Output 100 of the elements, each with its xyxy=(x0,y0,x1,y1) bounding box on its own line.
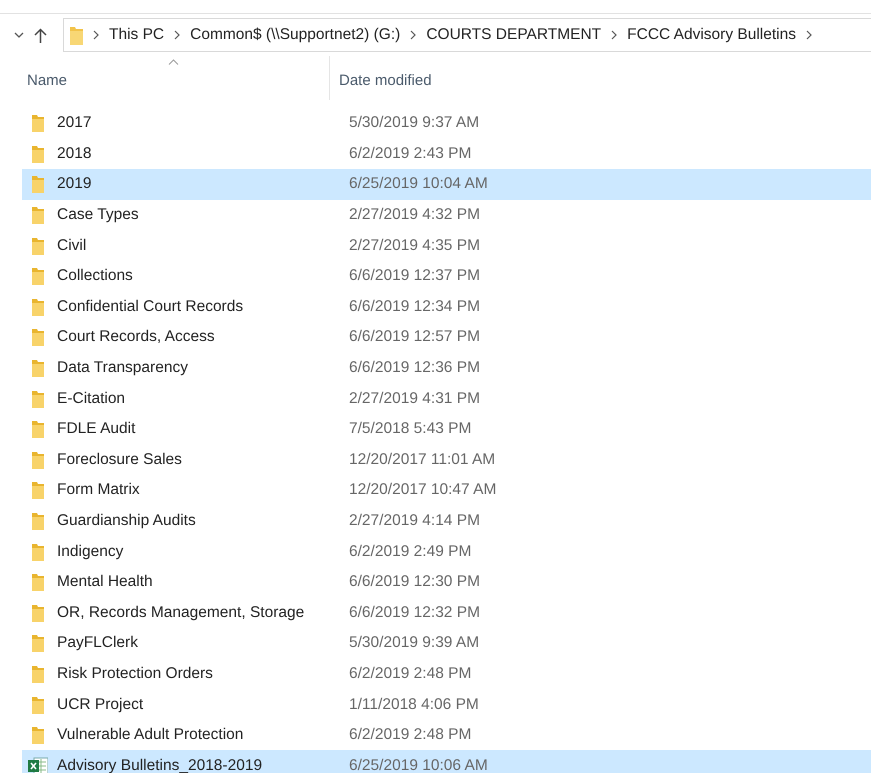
folder-icon xyxy=(32,420,44,438)
address-bar[interactable]: This PC Common$ (\\Supportnet2) (G:) COURTS DEPARTMENT FCCC Advisory Bulletins xyxy=(63,18,871,52)
folder-icon xyxy=(32,634,44,652)
date-modified: 6/6/2019 12:36 PM xyxy=(348,359,480,378)
column-header[interactable]: Name xyxy=(0,56,329,100)
folder-icon xyxy=(32,604,44,622)
file-name: FDLE Audit xyxy=(57,420,136,438)
date-modified: 12/20/2017 11:01 AM xyxy=(348,450,496,469)
file-name: Guardianship Audits xyxy=(57,512,196,530)
spreadsheet-icon xyxy=(28,756,48,773)
file-row[interactable]: Court Records, Access 6/6/2019 12:57 PM xyxy=(22,322,871,353)
file-row[interactable]: Data Transparency 6/6/2019 12:36 PM xyxy=(22,352,871,384)
breadcrumb-item[interactable]: Common$ (\\Supportnet2) (G:) xyxy=(190,26,400,44)
file-row[interactable]: Confidential Court Records 6/6/2019 12:34 PM xyxy=(22,292,871,322)
chevron-down-icon[interactable] xyxy=(14,32,24,38)
folder-icon xyxy=(32,664,44,683)
date-modified: 12/20/2017 10:47 AM xyxy=(348,481,496,500)
folder-icon xyxy=(32,481,44,500)
date-modified: 7/5/2018 5:43 PM xyxy=(348,420,472,438)
file-row[interactable]: Guardianship Audits 2/27/2019 4:14 PM xyxy=(22,506,871,536)
file-row[interactable]: Advisory Bulletins_2018-2019 6/25/2019 10:06 AM xyxy=(22,750,871,773)
date-modified: 6/2/2019 2:48 PM xyxy=(348,664,472,683)
file-row[interactable]: 2019 6/25/2019 10:04 AM xyxy=(22,169,871,200)
file-name: 2019 xyxy=(57,175,92,194)
file-row[interactable]: Mental Health 6/6/2019 12:30 PM xyxy=(22,566,871,598)
file-row[interactable]: Indigency 6/2/2019 2:49 PM xyxy=(22,536,871,567)
date-modified: 6/6/2019 12:30 PM xyxy=(348,573,480,592)
file-name: Court Records, Access xyxy=(57,328,215,346)
file-row[interactable]: Vulnerable Adult Protection 6/2/2019 2:48 PM xyxy=(22,720,871,750)
folder-icon xyxy=(32,512,44,530)
folder-icon xyxy=(32,114,44,132)
folder-icon xyxy=(32,359,44,378)
file-row[interactable]: Risk Protection Orders 6/2/2019 2:48 PM xyxy=(22,658,871,690)
file-row[interactable]: Collections 6/6/2019 12:37 PM xyxy=(22,260,871,292)
file-row[interactable]: PayFLClerk 5/30/2019 9:39 AM xyxy=(22,628,871,659)
chevron-right-icon xyxy=(93,30,99,40)
folder-icon xyxy=(32,573,44,592)
file-name: OR, Records Management, Storage xyxy=(57,604,304,622)
date-modified: 1/11/2018 4:06 PM xyxy=(348,696,479,714)
file-row[interactable]: Case Types 2/27/2019 4:32 PM xyxy=(22,200,871,230)
folder-icon xyxy=(32,696,44,714)
file-name: Indigency xyxy=(57,542,124,561)
file-row[interactable]: UCR Project 1/11/2018 4:06 PM xyxy=(22,689,871,720)
date-modified: 6/6/2019 12:32 PM xyxy=(348,604,480,622)
date-modified: 2/27/2019 4:35 PM xyxy=(348,236,480,255)
date-modified: 6/2/2019 2:49 PM xyxy=(348,542,472,561)
file-name: UCR Project xyxy=(57,696,144,714)
column-header[interactable]: Date modified xyxy=(329,56,432,100)
file-name: Foreclosure Sales xyxy=(57,450,182,469)
chevron-right-icon xyxy=(174,30,180,40)
file-name: Civil xyxy=(57,236,86,255)
folder-icon xyxy=(32,450,44,469)
date-modified: 6/25/2019 10:06 AM xyxy=(348,756,488,773)
folder-icon xyxy=(32,298,44,316)
folder-icon xyxy=(32,267,44,286)
folder-icon xyxy=(32,726,44,744)
file-row[interactable]: Form Matrix 12/20/2017 10:47 AM xyxy=(22,475,871,506)
file-row[interactable]: OR, Records Management, Storage 6/6/2019 12:32 PM xyxy=(22,598,871,628)
folder-icon xyxy=(70,25,83,45)
folder-icon xyxy=(32,206,44,224)
date-modified: 6/6/2019 12:34 PM xyxy=(348,298,480,316)
file-row[interactable]: E-Citation 2/27/2019 4:31 PM xyxy=(22,383,871,414)
date-modified: 2/27/2019 4:14 PM xyxy=(348,512,480,530)
up-arrow-icon[interactable] xyxy=(34,28,47,42)
file-row[interactable]: 2017 5/30/2019 9:37 AM xyxy=(22,108,871,139)
chevron-right-icon xyxy=(806,30,812,40)
date-modified: 5/30/2019 9:37 AM xyxy=(348,114,480,132)
sort-caret-icon xyxy=(168,59,179,65)
breadcrumb-item[interactable]: COURTS DEPARTMENT xyxy=(426,26,602,44)
file-name: Case Types xyxy=(57,206,139,224)
file-name: Confidential Court Records xyxy=(57,298,244,316)
folder-icon xyxy=(32,175,44,194)
date-modified: 5/30/2019 9:39 AM xyxy=(348,634,480,652)
date-modified: 6/25/2019 10:04 AM xyxy=(348,175,488,194)
folder-icon xyxy=(32,236,44,255)
file-name: Collections xyxy=(57,267,133,286)
chevron-right-icon xyxy=(410,30,416,40)
date-modified: 6/6/2019 12:37 PM xyxy=(348,267,480,286)
file-name: Data Transparency xyxy=(57,359,188,378)
folder-icon xyxy=(32,328,44,346)
breadcrumb-item[interactable]: FCCC Advisory Bulletins xyxy=(627,26,796,44)
date-modified: 2/27/2019 4:32 PM xyxy=(348,206,480,224)
breadcrumb-item[interactable]: This PC xyxy=(109,26,164,44)
file-name: 2018 xyxy=(57,144,92,163)
folder-icon xyxy=(32,144,44,163)
file-name: Advisory Bulletins_2018-2019 xyxy=(57,756,262,773)
chevron-right-icon xyxy=(611,30,618,40)
date-modified: 2/27/2019 4:31 PM xyxy=(348,390,480,408)
file-name: PayFLClerk xyxy=(57,634,138,652)
date-modified: 6/6/2019 12:57 PM xyxy=(348,328,480,346)
file-name: Risk Protection Orders xyxy=(57,664,213,683)
date-modified: 6/2/2019 2:43 PM xyxy=(348,144,472,163)
folder-icon xyxy=(32,390,44,408)
file-row[interactable]: 2018 6/2/2019 2:43 PM xyxy=(22,138,871,170)
date-modified: 6/2/2019 2:48 PM xyxy=(348,726,472,744)
file-name: E-Citation xyxy=(57,390,126,408)
file-row[interactable]: Foreclosure Sales 12/20/2017 11:01 AM xyxy=(22,444,871,476)
file-name: Vulnerable Adult Protection xyxy=(57,726,244,744)
file-row[interactable]: Civil 2/27/2019 4:35 PM xyxy=(22,230,871,261)
file-row[interactable]: FDLE Audit 7/5/2018 5:43 PM xyxy=(22,414,871,445)
